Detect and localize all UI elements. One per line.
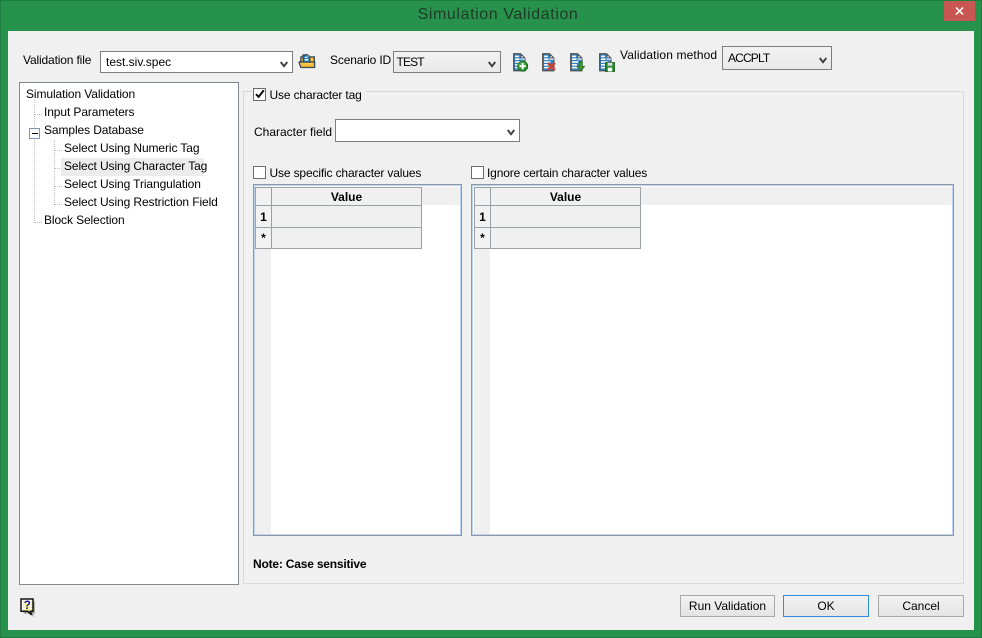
svg-text:?: ?	[24, 600, 31, 612]
